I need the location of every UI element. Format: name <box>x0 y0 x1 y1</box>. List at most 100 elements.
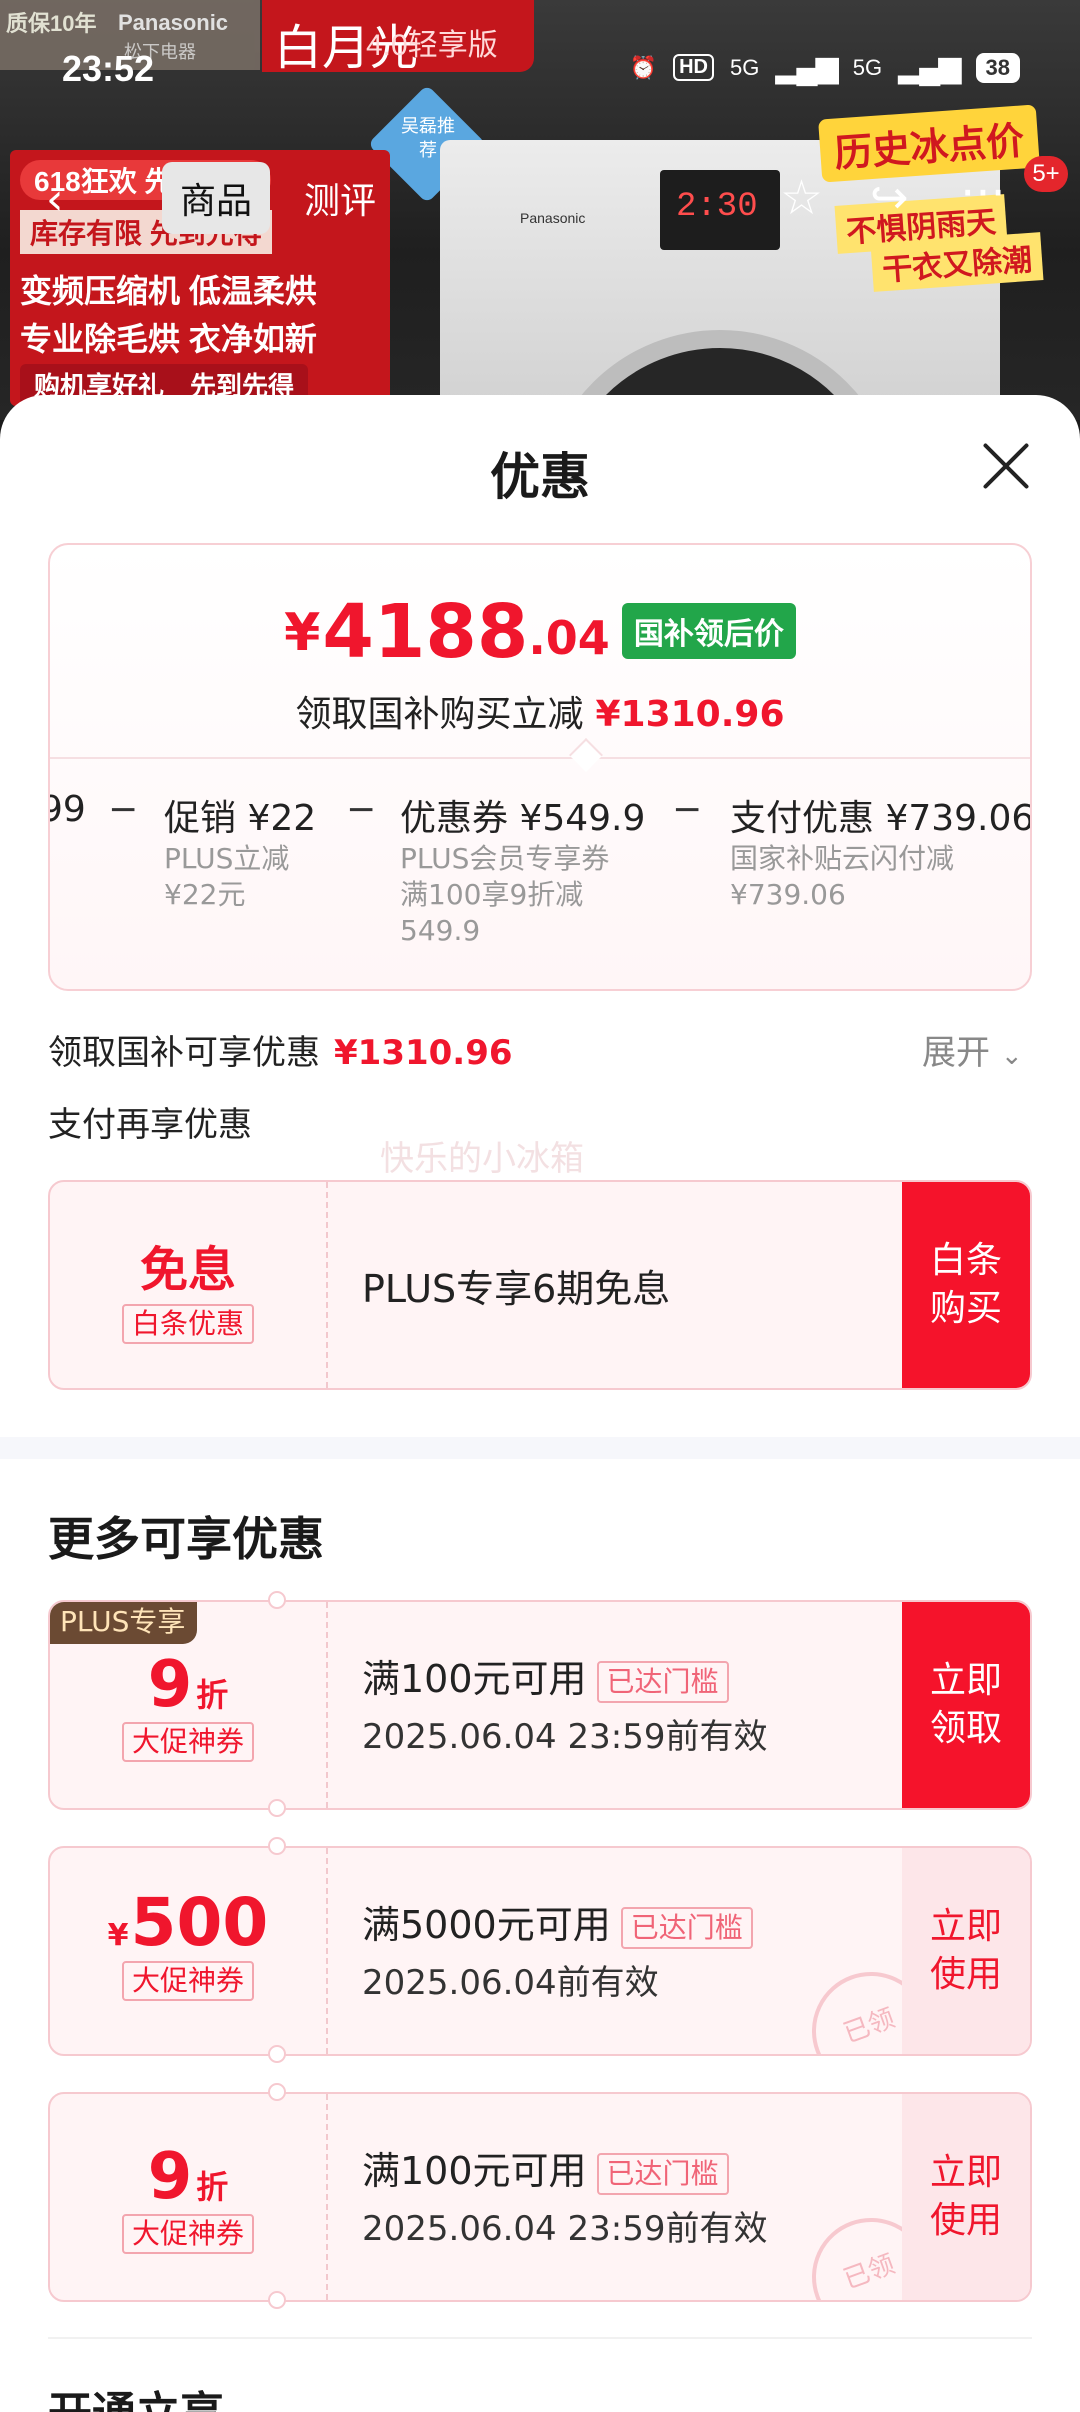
button-line: 白条 <box>929 1240 1002 1281</box>
coupon-number: 500 <box>130 1884 269 1961</box>
promo-line: 变频压缩机 低温柔烘 <box>20 273 317 309</box>
share-icon[interactable]: ↪ <box>870 170 909 224</box>
baitiao-tag: 白条优惠 <box>121 1304 254 1344</box>
breakdown-detail: ¥22元 <box>164 878 246 911</box>
interest-free-label: 免息 <box>139 1242 236 1298</box>
coupon-expiry: 2025.06.04 23:59前有效 <box>362 1717 768 1757</box>
pay-discount-label: 支付再享优惠 <box>48 1105 252 1145</box>
status-icons: ⏰ HD 5G ▂▄▆ 5G ▂▄▆ 38 <box>630 50 1020 85</box>
coupon-condition: 满100元可用 <box>362 1657 587 1701</box>
use-button[interactable]: 立即 使用 <box>902 1848 1030 2054</box>
button-line: 立即 <box>929 1906 1002 1947</box>
installment-text: PLUS专享6期免息 <box>362 1182 892 1388</box>
use-button[interactable]: 立即 使用 <box>902 2094 1030 2300</box>
breakdown-detail: 549.9 <box>400 914 481 947</box>
coupon-condition: 满100元可用 <box>362 2149 587 2193</box>
breakdown-item: 99 <box>50 789 86 830</box>
ticket-hole <box>268 2083 286 2101</box>
subsidy-value: ¥1310.96 <box>334 1033 513 1073</box>
minus-operator: − <box>346 789 377 830</box>
coupon-amount: ¥500 <box>50 1884 326 1961</box>
status-bar: 23:52 ⏰ HD 5G ▂▄▆ 5G ▂▄▆ 38 <box>0 0 1080 140</box>
watermark: 快乐的小冰箱 <box>380 1139 584 1179</box>
more-icon[interactable]: ⋯ <box>960 164 1010 218</box>
price-decimal: .04 <box>528 611 610 665</box>
threshold-badge: 已达门槛 <box>620 1906 753 1949</box>
status-time: 23:52 <box>62 48 155 89</box>
dashed-separator <box>326 1848 328 2054</box>
expand-label: 展开 <box>922 1033 990 1073</box>
final-price: ¥ 4188 .04 国补领后价 <box>50 595 1030 669</box>
discount-sheet: 优惠 ¥ 4188 .04 国补领后价 领取国补购买立减 ¥1310.96 99 … <box>0 395 1080 2412</box>
breakdown-detail: PLUS会员专享券 <box>400 842 610 875</box>
sheet-title: 优惠 <box>490 448 590 506</box>
coupon-card: ¥500 大促神券 满5000元可用 已达门槛 2025.06.04前有效 已领 … <box>48 1846 1032 2056</box>
coupon-tag: 大促神券 <box>121 1722 254 1762</box>
tab-product[interactable]: 商品 <box>162 162 271 234</box>
breakdown-title: 优惠券 ¥549.9 <box>400 798 646 839</box>
currency-symbol: ¥ <box>284 603 321 663</box>
button-line: 使用 <box>929 2200 1002 2241</box>
close-icon[interactable] <box>980 439 1030 489</box>
price-breakdown[interactable]: 99 − 促销 ¥22 PLUS立减 ¥22元 − 优惠券 ¥549.9 PLU… <box>50 789 1030 979</box>
network-label-2: 5G <box>852 54 883 80</box>
installment-card: 免息 白条优惠 PLUS专享6期免息 白条购买 <box>48 1180 1032 1390</box>
expand-button[interactable]: 展开 ⌄ <box>922 1025 1023 1074</box>
button-line: 立即 <box>929 2152 1002 2193</box>
coupon-number: 9 <box>147 2140 193 2214</box>
subsidy-label: 领取国补可享优惠 <box>48 1033 320 1073</box>
breakdown-detail: ¥739.06 <box>730 878 846 911</box>
breakdown-title: 促销 ¥22 <box>164 798 317 839</box>
breakdown-title: 支付优惠 ¥739.06 <box>730 798 1030 839</box>
coupon-unit: ¥ <box>107 1918 129 1953</box>
breakdown-detail: PLUS立减 <box>164 842 290 875</box>
notch <box>569 738 603 772</box>
ticket-hole <box>268 2045 286 2063</box>
claim-button[interactable]: 立即 领取 <box>902 1602 1030 1808</box>
dashed-separator <box>326 1602 328 1808</box>
button-line: 使用 <box>929 1954 1002 1995</box>
subsidy-line: 领取国补可享优惠 ¥1310.96 <box>48 1025 513 1074</box>
signal-icon: ▂▄▆ <box>775 51 838 84</box>
breakdown-item: 支付优惠 ¥739.06 国家补贴云闪付减 ¥739.06 <box>730 789 1030 913</box>
dashed-separator <box>326 2094 328 2300</box>
button-line: 立即 <box>929 1660 1002 1701</box>
threshold-badge: 已达门槛 <box>596 2152 729 2195</box>
installment-left: 免息 白条优惠 <box>50 1182 326 1388</box>
section-divider <box>0 1437 1080 1459</box>
minus-operator: − <box>672 789 703 830</box>
tab-review[interactable]: 测评 <box>286 162 394 234</box>
chevron-left-icon[interactable]: ‹ <box>46 174 64 225</box>
threshold-badge: 已达门槛 <box>596 1660 729 1703</box>
breakdown-detail: 满100享9折减 <box>400 878 584 911</box>
ticket-hole <box>268 1591 286 1609</box>
coupon-expiry: 2025.06.04前有效 <box>362 1963 659 2003</box>
breakdown-item: 优惠券 ¥549.9 PLUS会员专享券 满100享9折减 549.9 <box>400 789 645 949</box>
coupon-unit: 折 <box>196 1676 229 1714</box>
coupon-tag: 大促神券 <box>121 2214 254 2254</box>
coupon-title-row: 满5000元可用 已达门槛 <box>362 1894 892 1949</box>
subsidy-price-tag: 国补领后价 <box>621 603 796 659</box>
coupon-amount: 9折 <box>50 1648 326 1722</box>
minus-operator: − <box>108 789 139 830</box>
reduction-value: ¥1310.96 <box>595 694 785 735</box>
coupon-number: 9 <box>147 1648 193 1722</box>
installment-title: PLUS专享6期免息 <box>362 1267 671 1311</box>
baitiao-buy-button[interactable]: 白条 购买 <box>902 1182 1030 1388</box>
coupon-unit: 折 <box>196 2168 229 2206</box>
button-line: 购买 <box>929 1288 1002 1329</box>
membership-section-title: 开通立享 <box>48 2377 224 2412</box>
ticket-hole <box>268 1799 286 1817</box>
plus-badge: PLUS专享 <box>50 1602 198 1644</box>
coupon-info: 满100元可用 已达门槛 2025.06.04 23:59前有效 <box>362 1602 892 1808</box>
hd-icon: HD <box>673 54 714 81</box>
breakdown-item: 促销 ¥22 PLUS立减 ¥22元 <box>164 789 316 913</box>
subsidy-reduction: 领取国补购买立减 ¥1310.96 <box>50 685 1030 737</box>
coupon-card: 9折 大促神券 满100元可用 已达门槛 2025.06.04 23:59前有效 … <box>48 2092 1032 2302</box>
star-icon[interactable]: ☆ <box>780 170 823 226</box>
product-nav-bar: ‹ 商品 测评 ☆ ↪ ⋯ <box>0 150 1080 240</box>
signal-icon: ▂▄▆ <box>898 51 961 84</box>
divider <box>48 2337 1032 2339</box>
battery-icon: 38 <box>975 52 1020 83</box>
price-integer: 4188 <box>322 589 529 675</box>
